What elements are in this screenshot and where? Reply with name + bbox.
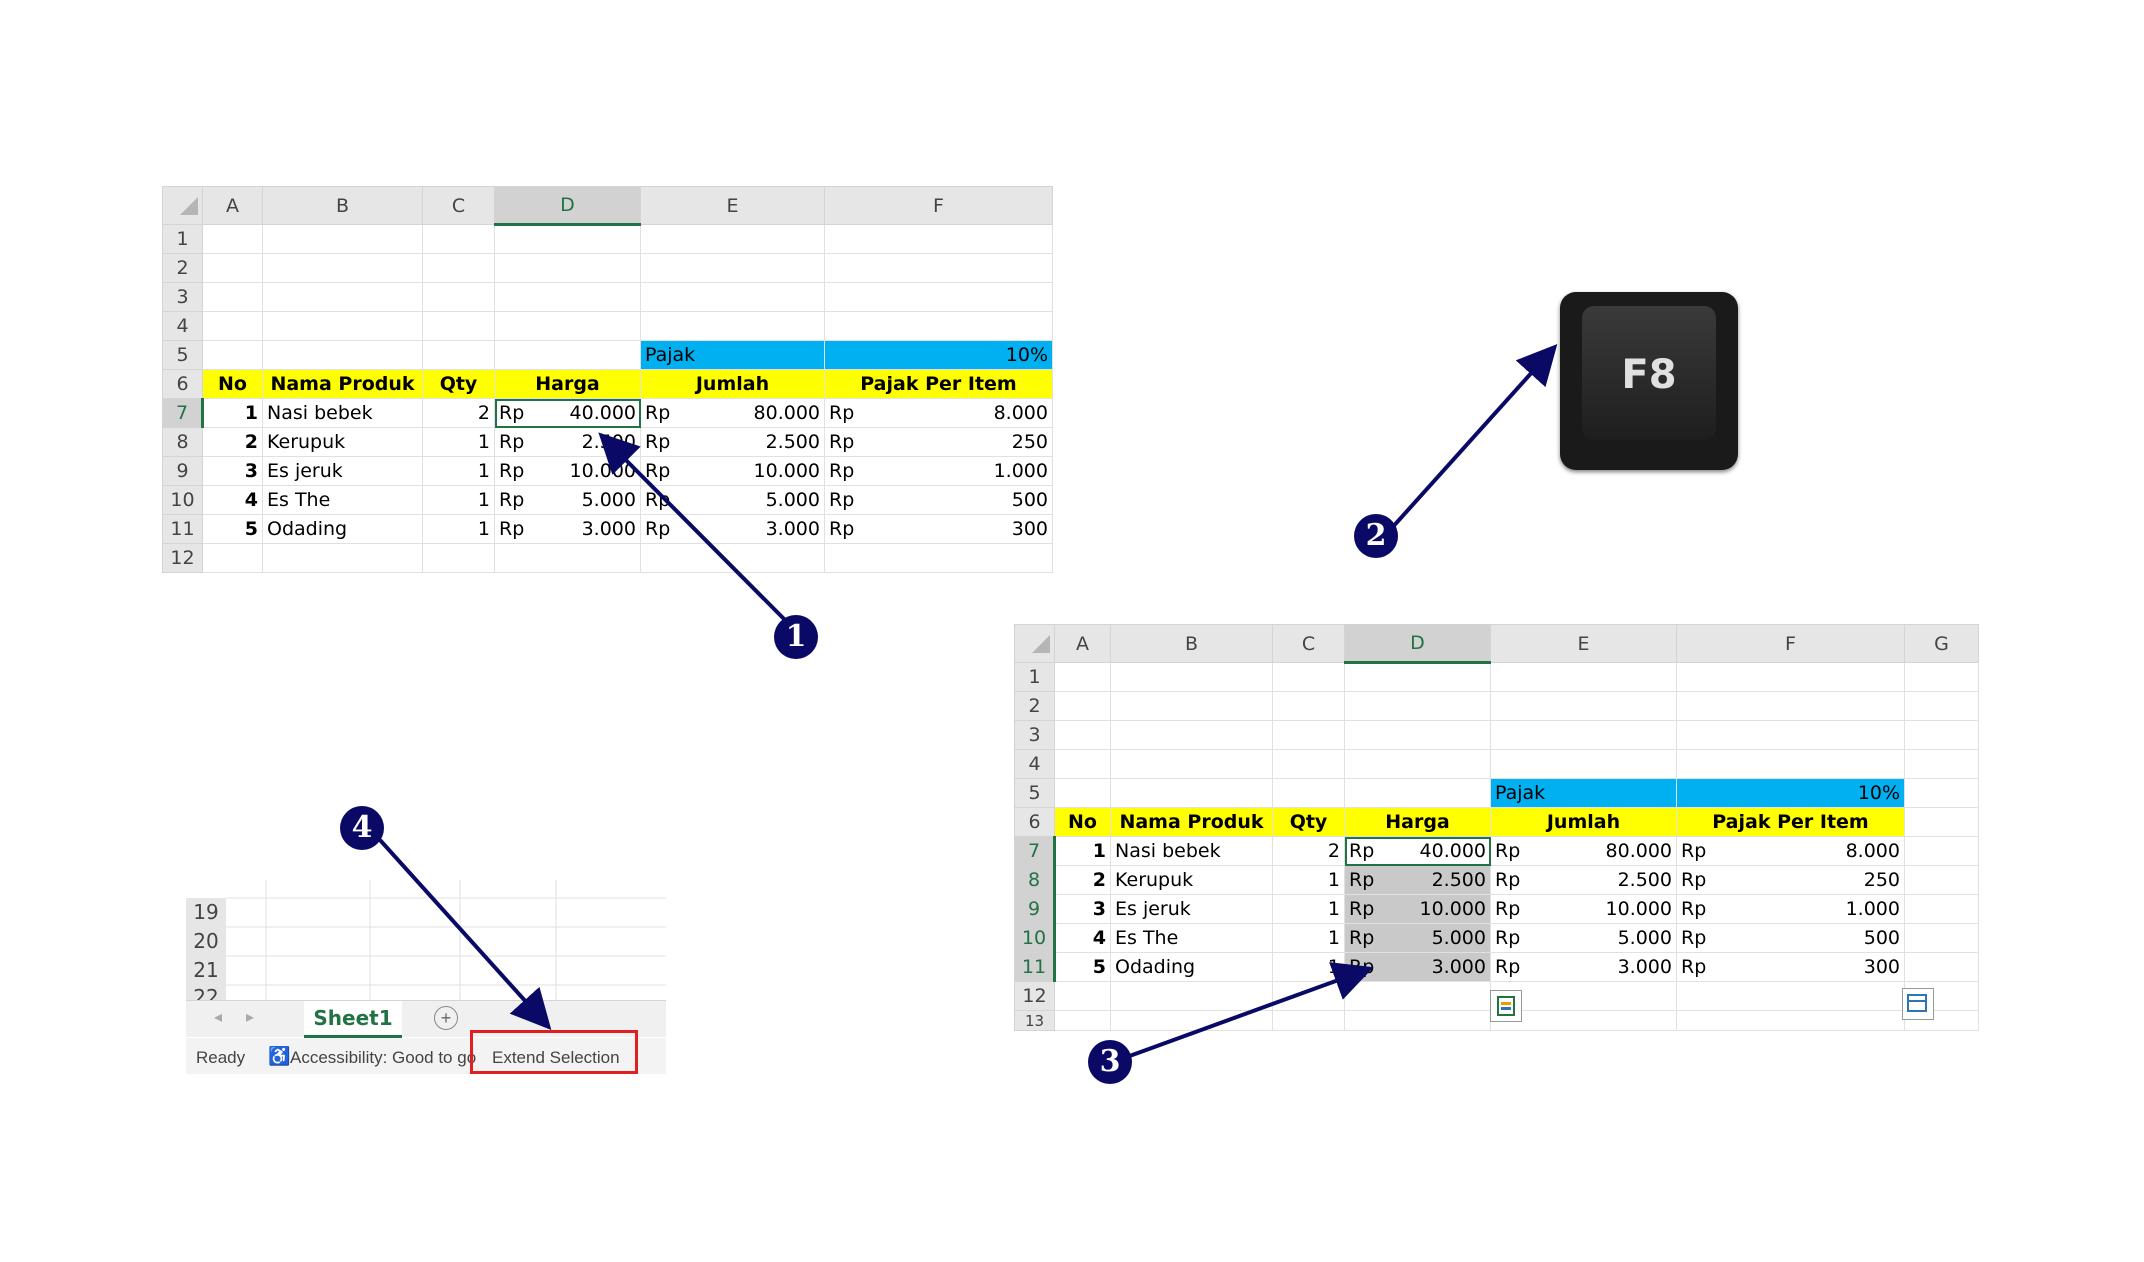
arrow-3 [1123,962,1374,1060]
arrow-1 [598,432,792,627]
step-badge-1: 1 [774,615,818,659]
annotation-arrows [378,344,1558,1060]
step-badge-3: 3 [1088,1040,1132,1084]
step-badge-2: 2 [1354,514,1398,558]
step-badge-4: 4 [340,806,384,850]
arrow-2 [1388,344,1558,532]
arrow-4 [378,838,552,1030]
